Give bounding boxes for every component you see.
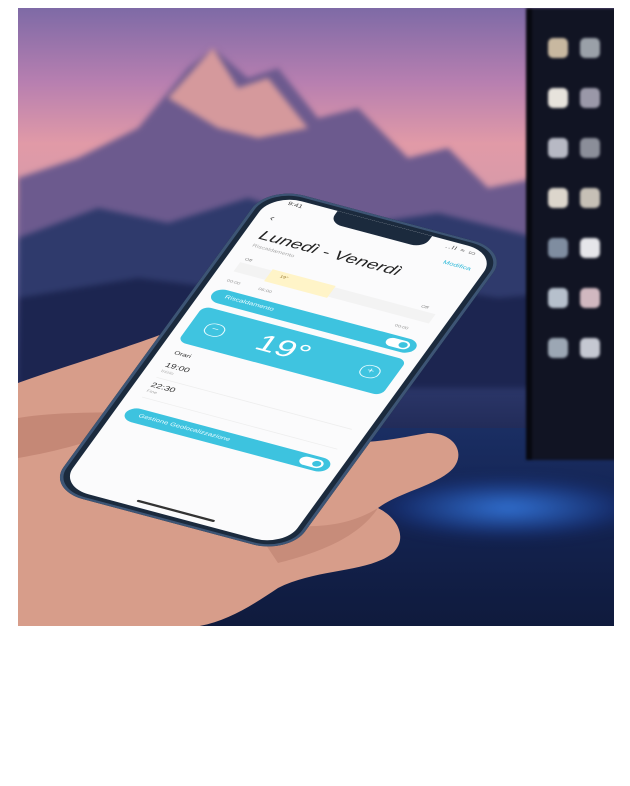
chevron-left-icon: ‹ — [266, 212, 278, 224]
hours-section-label: Orari — [172, 350, 193, 360]
geolocation-toggle[interactable] — [297, 455, 326, 470]
monitor — [526, 8, 614, 460]
heating-label: Riscaldamento — [223, 294, 276, 313]
heating-toggle[interactable] — [383, 336, 413, 351]
phone: 9:41 ..ll ≈ ▭ ‹ Modifica Lunedì - Venerd… — [47, 186, 510, 786]
timeline-time: 00:00 — [225, 278, 242, 287]
back-button[interactable]: ‹ — [267, 213, 278, 223]
toggle-knob — [397, 341, 410, 349]
decrease-button[interactable]: − — [200, 321, 229, 339]
temperature-value: 19° — [249, 329, 318, 367]
toggle-knob — [310, 460, 323, 468]
app-screen: 9:41 ..ll ≈ ▭ ‹ Modifica Lunedì - Venerd… — [59, 193, 498, 547]
plus-circle-icon: + — [364, 366, 377, 376]
increase-button[interactable]: + — [356, 363, 384, 381]
edit-button[interactable]: Modifica — [441, 260, 472, 272]
timeline-time: 00:00 — [393, 323, 410, 331]
notch — [329, 210, 433, 248]
timeline-label-end: Off — [419, 304, 430, 311]
home-indicator — [136, 499, 216, 523]
minus-circle-icon: − — [208, 324, 222, 335]
status-icons: ..ll ≈ ▭ — [443, 244, 479, 257]
end-time-caption: Fine — [145, 388, 159, 396]
geolocation-label: Gestione Geolocalizzazione — [136, 413, 232, 443]
status-time: 9:41 — [286, 201, 304, 210]
timeline-time: 06:00 — [256, 287, 273, 295]
